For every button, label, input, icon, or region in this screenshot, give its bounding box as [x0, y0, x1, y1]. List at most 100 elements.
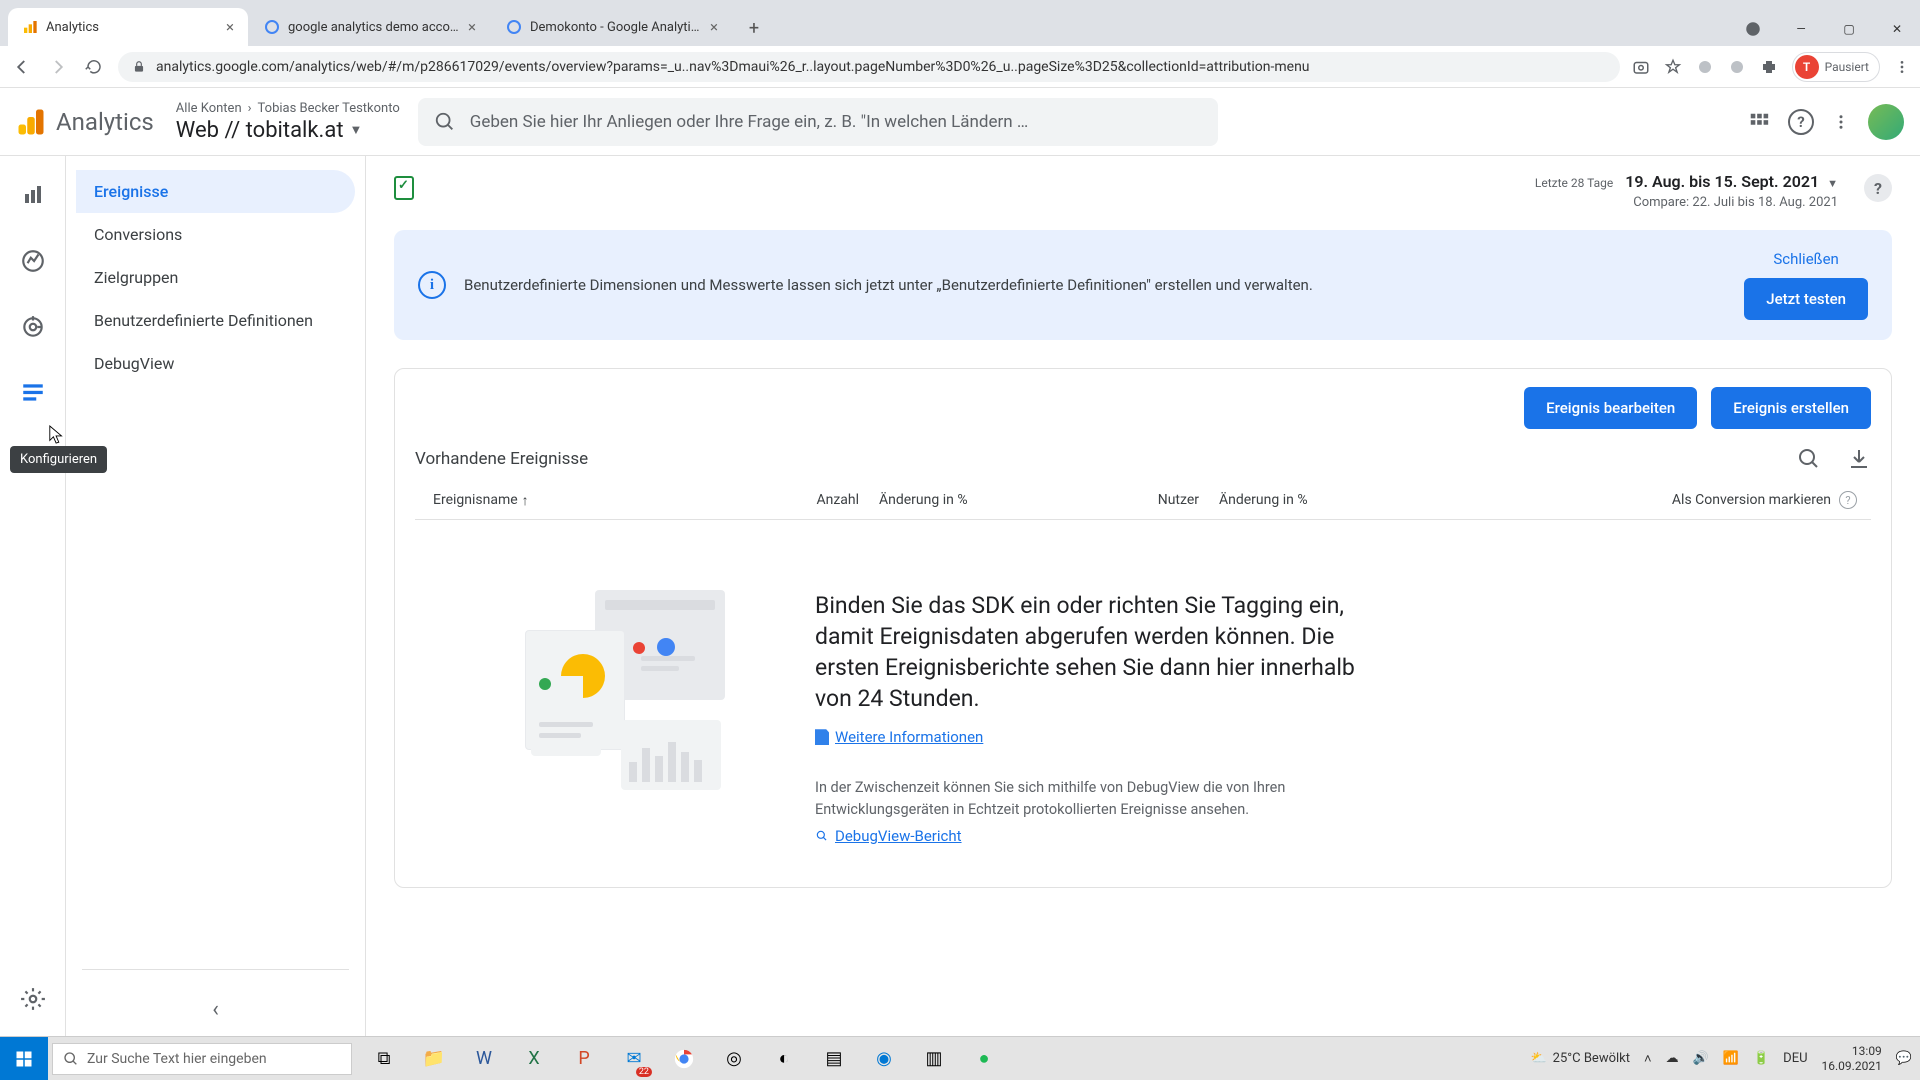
tray-chevron-icon[interactable]: ˄ — [1644, 1051, 1652, 1067]
nav-reports-icon[interactable] — [16, 178, 50, 212]
language-indicator[interactable]: DEU — [1783, 1051, 1807, 1066]
tab-title: Analytics — [46, 20, 218, 35]
notepad-icon[interactable]: ▥ — [910, 1037, 958, 1080]
breadcrumb-account: Tobias Becker Testkonto — [258, 101, 400, 116]
weather-widget[interactable]: ⛅25°C Bewölkt — [1530, 1051, 1630, 1066]
ga-logo[interactable]: Analytics — [16, 107, 154, 137]
report-status-icon[interactable] — [394, 176, 414, 200]
incognito-icon[interactable] — [1730, 12, 1776, 46]
breadcrumb-root: Alle Konten — [176, 101, 242, 116]
create-event-button[interactable]: Ereignis erstellen — [1711, 387, 1871, 429]
extension-icon[interactable] — [1696, 58, 1714, 76]
reload-button[interactable] — [82, 55, 106, 79]
start-button[interactable] — [0, 1037, 48, 1080]
page-help-icon[interactable]: ? — [1864, 174, 1892, 202]
table-search-icon[interactable] — [1797, 447, 1821, 471]
subnav-conversions[interactable]: Conversions — [76, 213, 355, 256]
word-icon[interactable]: W — [460, 1037, 508, 1080]
explorer-icon[interactable]: 📁 — [410, 1037, 458, 1080]
date-label: Letzte 28 Tage — [1535, 176, 1613, 190]
property-selector[interactable]: Alle Konten › Tobias Becker Testkonto We… — [176, 101, 400, 143]
col-mark-conversion[interactable]: Als Conversion markieren? — [1359, 491, 1867, 509]
col-event-name[interactable]: Ereignisname↑ — [419, 491, 739, 509]
card-title: Vorhandene Ereignisse — [415, 449, 588, 469]
volume-icon[interactable]: 🔊 — [1693, 1051, 1709, 1066]
help-icon[interactable]: ? — [1788, 109, 1814, 135]
content-header: Letzte 28 Tage 19. Aug. bis 15. Sept. 20… — [394, 172, 1892, 210]
extension-icon[interactable] — [1728, 58, 1746, 76]
download-icon[interactable] — [1847, 447, 1871, 471]
spotify-icon[interactable]: ● — [960, 1037, 1008, 1080]
battery-icon[interactable]: 🔋 — [1753, 1051, 1769, 1066]
banner-cta-button[interactable]: Jetzt testen — [1744, 278, 1868, 320]
subnav-zielgruppen[interactable]: Zielgruppen — [76, 256, 355, 299]
divider — [82, 969, 349, 970]
lens-icon[interactable] — [1632, 58, 1650, 76]
ga-appbar: Analytics Alle Konten › Tobias Becker Te… — [0, 88, 1920, 156]
subnav-ereignisse[interactable]: Ereignisse — [76, 170, 355, 213]
notifications-icon[interactable]: 💬 — [1896, 1051, 1912, 1066]
collapse-nav-button[interactable]: ‹ — [212, 997, 219, 1022]
close-icon[interactable]: × — [468, 18, 476, 36]
browser-tab[interactable]: google analytics demo account × — [250, 8, 490, 46]
star-icon[interactable] — [1664, 58, 1682, 76]
taskview-icon[interactable]: ⧉ — [360, 1037, 408, 1080]
forward-button[interactable] — [46, 55, 70, 79]
windows-taskbar: Zur Suche Text hier eingeben ⧉ 📁 W X P ✉… — [0, 1036, 1920, 1080]
close-icon[interactable]: × — [226, 18, 234, 36]
close-icon[interactable]: × — [710, 18, 718, 36]
profile-chip[interactable]: T Pausiert — [1792, 52, 1880, 82]
debugview-link[interactable]: DebugView-Bericht — [815, 827, 962, 845]
powerpoint-icon[interactable]: P — [560, 1037, 608, 1080]
nav-admin-icon[interactable] — [16, 982, 50, 1016]
nav-configure-icon[interactable] — [16, 376, 50, 410]
help-icon[interactable]: ? — [1839, 491, 1857, 509]
edit-event-button[interactable]: Ereignis bearbeiten — [1524, 387, 1697, 429]
subnav-debugview[interactable]: DebugView — [76, 342, 355, 385]
back-button[interactable] — [10, 55, 34, 79]
table-header: Ereignisname↑ Anzahl Änderung in % Nutze… — [415, 479, 1871, 520]
empty-illustration — [525, 590, 765, 790]
system-tray: ⛅25°C Bewölkt ˄ ☁ 🔊 📶 🔋 DEU 13:09 16.09.… — [1530, 1044, 1920, 1073]
user-avatar[interactable] — [1868, 104, 1904, 140]
banner-close-button[interactable]: Schließen — [1773, 250, 1838, 268]
maximize-button[interactable]: ▢ — [1826, 12, 1872, 46]
wifi-icon[interactable]: 📶 — [1723, 1051, 1739, 1066]
date-range-picker[interactable]: Letzte 28 Tage 19. Aug. bis 15. Sept. 20… — [1535, 172, 1838, 210]
nav-explore-icon[interactable] — [16, 244, 50, 278]
google-favicon — [264, 19, 280, 35]
col-count[interactable]: Anzahl — [739, 491, 859, 509]
new-tab-button[interactable]: + — [740, 14, 768, 42]
app-icon[interactable]: ▤ — [810, 1037, 858, 1080]
taskbar-search[interactable]: Zur Suche Text hier eingeben — [52, 1043, 352, 1075]
mail-badge: 22 — [636, 1067, 652, 1077]
col-change-1[interactable]: Änderung in % — [859, 491, 1019, 509]
extensions-puzzle-icon[interactable] — [1760, 58, 1778, 76]
apps-grid-icon[interactable] — [1748, 111, 1770, 133]
col-users[interactable]: Nutzer — [1019, 491, 1199, 509]
col-change-2[interactable]: Änderung in % — [1199, 491, 1359, 509]
edge-icon[interactable]: ◉ — [860, 1037, 908, 1080]
ga-search-input[interactable]: Geben Sie hier Ihr Anliegen oder Ihre Fr… — [418, 98, 1218, 146]
onedrive-icon[interactable]: ☁ — [1666, 1051, 1679, 1066]
excel-icon[interactable]: X — [510, 1037, 558, 1080]
chrome-icon[interactable] — [660, 1037, 708, 1080]
taskbar-apps: ⧉ 📁 W X P ✉22 ◎ ◐ ▤ ◉ ▥ ● — [360, 1037, 1008, 1080]
nav-rail: Konfigurieren — [0, 156, 66, 1036]
minimize-button[interactable]: — — [1778, 12, 1824, 46]
close-window-button[interactable]: ✕ — [1874, 12, 1920, 46]
app-icon[interactable]: ◐ — [760, 1037, 808, 1080]
address-bar[interactable]: analytics.google.com/analytics/web/#/m/p… — [118, 52, 1620, 82]
more-info-link[interactable]: Weitere Informationen — [815, 728, 983, 746]
clock[interactable]: 13:09 16.09.2021 — [1822, 1044, 1882, 1073]
empty-subtext: In der Zwischenzeit können Sie sich mith… — [815, 777, 1335, 821]
nav-advertising-icon[interactable] — [16, 310, 50, 344]
banner-text: Benutzerdefinierte Dimensionen und Messw… — [464, 274, 1313, 297]
obs-icon[interactable]: ◎ — [710, 1037, 758, 1080]
kebab-menu-icon[interactable] — [1894, 59, 1910, 75]
kebab-menu-icon[interactable] — [1832, 113, 1850, 131]
subnav-custom-definitions[interactable]: Benutzerdefinierte Definitionen — [76, 299, 355, 342]
browser-tab-active[interactable]: Analytics × — [8, 8, 248, 46]
browser-tab[interactable]: Demokonto - Google Analytics-I × — [492, 8, 732, 46]
mail-icon[interactable]: ✉22 — [610, 1037, 658, 1080]
